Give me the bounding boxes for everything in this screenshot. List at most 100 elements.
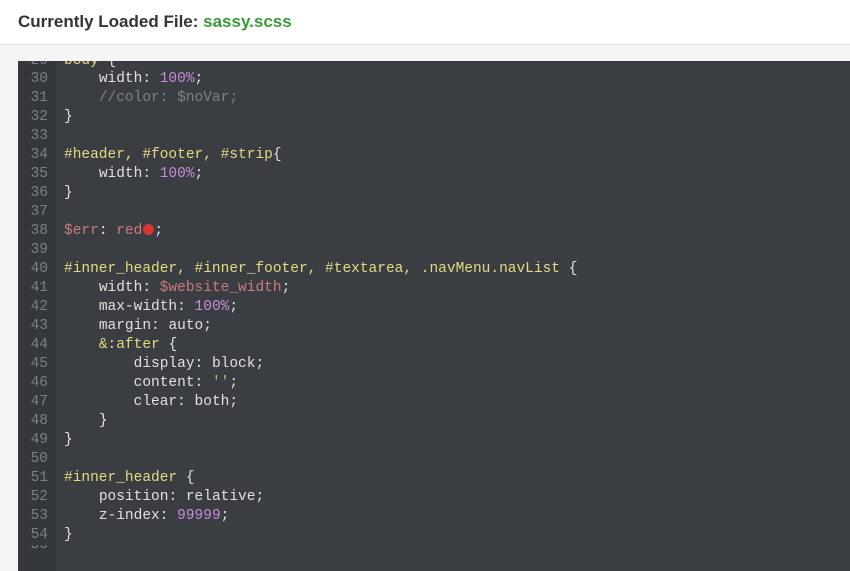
code-line[interactable] — [64, 241, 577, 260]
token-num: 100% — [160, 166, 195, 182]
token-punc: { — [108, 61, 117, 69]
line-number: 46 — [26, 374, 48, 393]
line-number: 51 — [26, 469, 48, 488]
code-line[interactable]: max-width: 100%; — [64, 298, 577, 317]
token-prop: clear — [134, 394, 178, 410]
code-line[interactable]: #inner_header, #inner_footer, #textarea,… — [64, 260, 577, 279]
code-line[interactable]: &:after { — [64, 336, 577, 355]
line-number: 50 — [26, 450, 48, 469]
token-punc — [108, 223, 117, 239]
token-punc: ; — [203, 318, 212, 334]
token-prop: content — [134, 375, 195, 391]
code-line[interactable]: } — [64, 184, 577, 203]
token-punc — [151, 280, 160, 296]
token-punc: ; — [229, 394, 238, 410]
code-editor[interactable]: 2930313233343536373839404142434445464748… — [18, 61, 850, 571]
token-prop: width — [99, 166, 143, 182]
code-line[interactable]: } — [64, 108, 577, 127]
token-punc: ; — [221, 508, 230, 524]
token-punc: } — [99, 413, 108, 429]
line-number: 39 — [26, 241, 48, 260]
code-line[interactable]: } — [64, 431, 577, 450]
token-prop: z-index — [99, 508, 160, 524]
code-line[interactable] — [64, 450, 577, 469]
token-punc: } — [64, 185, 73, 201]
token-punc: ; — [282, 280, 291, 296]
code-line[interactable]: //color: $noVar; — [64, 89, 577, 108]
token-punc: : — [142, 166, 151, 182]
code-line[interactable]: content: ''; — [64, 374, 577, 393]
line-number-gutter: 2930313233343536373839404142434445464748… — [18, 61, 56, 571]
line-number: 41 — [26, 279, 48, 298]
token-punc: } — [64, 527, 73, 543]
line-number: 44 — [26, 336, 48, 355]
token-prop: width — [99, 71, 143, 87]
token-punc — [177, 489, 186, 505]
code-line[interactable]: } — [64, 412, 577, 431]
token-sel: #inner_header — [64, 470, 186, 486]
code-line[interactable]: z-index: 99999; — [64, 507, 577, 526]
token-punc: { — [569, 261, 578, 277]
token-punc — [203, 375, 212, 391]
code-line[interactable]: width: 100%; — [64, 165, 577, 184]
code-line[interactable] — [64, 545, 577, 554]
line-number: 32 — [26, 108, 48, 127]
line-number: 45 — [26, 355, 48, 374]
token-punc: { — [168, 337, 177, 353]
file-header-label: Currently Loaded File: — [18, 12, 203, 31]
token-kw: both — [195, 394, 230, 410]
token-punc: : — [151, 318, 160, 334]
token-punc: ; — [154, 223, 163, 239]
code-area[interactable]: body { width: 100%; //color: $noVar;} #he… — [56, 61, 577, 571]
line-number: 35 — [26, 165, 48, 184]
token-num: 99999 — [177, 508, 221, 524]
token-sel: body — [64, 61, 108, 69]
token-prop: width — [99, 280, 143, 296]
token-var: $err — [64, 223, 99, 239]
line-number: 43 — [26, 317, 48, 336]
code-line[interactable]: display: block; — [64, 355, 577, 374]
token-punc: ; — [195, 71, 204, 87]
code-line[interactable]: body { — [64, 61, 577, 70]
token-prop: position — [99, 489, 169, 505]
line-number: 37 — [26, 203, 48, 222]
token-punc: { — [186, 470, 195, 486]
line-number: 55 — [26, 545, 48, 554]
code-line[interactable]: margin: auto; — [64, 317, 577, 336]
code-line[interactable]: clear: both; — [64, 393, 577, 412]
token-punc — [168, 508, 177, 524]
line-number: 49 — [26, 431, 48, 450]
code-line[interactable] — [64, 127, 577, 146]
token-red: red — [116, 223, 142, 239]
token-punc: ; — [255, 489, 264, 505]
token-sel: &:after — [99, 337, 169, 353]
token-punc: : — [99, 223, 108, 239]
line-number: 30 — [26, 70, 48, 89]
line-number: 52 — [26, 488, 48, 507]
line-number: 54 — [26, 526, 48, 545]
token-punc — [151, 71, 160, 87]
code-line[interactable]: width: 100%; — [64, 70, 577, 89]
line-number: 42 — [26, 298, 48, 317]
file-header: Currently Loaded File: sassy.scss — [0, 0, 850, 45]
token-punc: : — [142, 71, 151, 87]
file-header-filename: sassy.scss — [203, 12, 292, 31]
code-line[interactable]: } — [64, 526, 577, 545]
token-punc — [186, 394, 195, 410]
token-prop: margin — [99, 318, 151, 334]
code-line[interactable] — [64, 203, 577, 222]
token-punc: } — [64, 109, 73, 125]
token-prop: display — [134, 356, 195, 372]
code-line[interactable]: $err: red; — [64, 222, 577, 241]
code-line[interactable]: position: relative; — [64, 488, 577, 507]
line-number: 36 — [26, 184, 48, 203]
code-line[interactable]: #inner_header { — [64, 469, 577, 488]
code-line[interactable]: #header, #footer, #strip{ — [64, 146, 577, 165]
token-punc: ; — [229, 299, 238, 315]
line-number: 38 — [26, 222, 48, 241]
code-line[interactable]: width: $website_width; — [64, 279, 577, 298]
token-kw: relative — [186, 489, 256, 505]
token-punc: { — [273, 147, 282, 163]
token-str: '' — [212, 375, 229, 391]
line-number: 33 — [26, 127, 48, 146]
